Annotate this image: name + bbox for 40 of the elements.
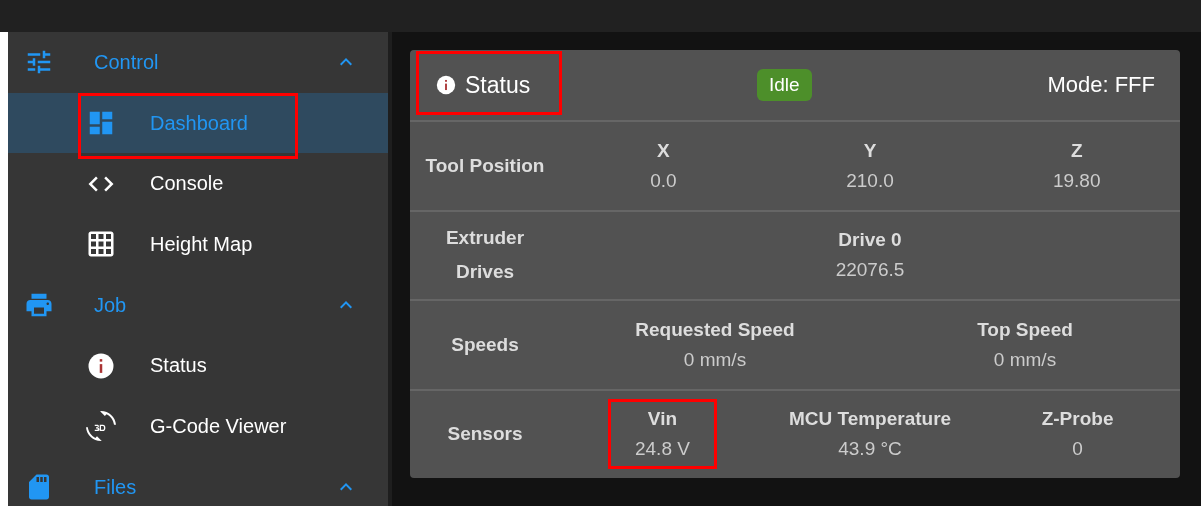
section-label: Tool Position <box>425 153 545 178</box>
nav-group-label[interactable]: Job <box>94 293 127 317</box>
rotate-3d-icon <box>86 411 116 442</box>
field-name: X <box>657 139 670 162</box>
field-name: MCU Temperature <box>788 408 952 431</box>
field-value: 19.80 <box>1052 169 1101 192</box>
status-badge: Idle <box>757 69 812 101</box>
nav-item[interactable]: Status <box>8 335 388 397</box>
nav-group-label[interactable]: Control <box>94 50 159 74</box>
nav-item[interactable]: Console <box>8 153 388 215</box>
field-name: Z <box>1070 139 1083 162</box>
card-title: Status <box>465 71 531 99</box>
field-value: 0 mm/s <box>993 348 1057 371</box>
nav-item-label: Status <box>150 354 207 378</box>
field-name: Y <box>863 139 877 162</box>
field-name: Vin <box>647 408 678 431</box>
nav-item[interactable]: G-Code Viewer <box>8 396 388 457</box>
nav-item-label: Console <box>150 172 224 196</box>
field-value: 24.8 V <box>634 438 690 461</box>
field-name: Drive 0 <box>838 229 902 252</box>
nav-item-label: G-Code Viewer <box>150 414 287 438</box>
nav-item-label: Dashboard <box>150 111 248 135</box>
nav-group-label[interactable]: Files <box>94 475 137 499</box>
field-name: Requested Speed <box>635 318 795 341</box>
field-value: 0 <box>1072 438 1083 461</box>
section-label: Extruder Drives <box>444 226 526 285</box>
field-value: 210.0 <box>846 169 894 192</box>
grid-icon <box>86 229 116 260</box>
section-label: Speeds <box>451 332 519 357</box>
field-value: 0.0 <box>650 169 677 192</box>
field-name: Z-Probe <box>1041 408 1114 431</box>
field-value: 0 mm/s <box>683 348 747 371</box>
field-value: 22076.5 <box>835 259 905 282</box>
field-name: Top Speed <box>977 318 1073 341</box>
field-value: 43.9 °C <box>838 438 902 461</box>
nav-item-label: Height Map <box>150 232 253 256</box>
mode-label: Mode: FFF <box>1047 72 1155 98</box>
nav-item[interactable]: Height Map <box>8 214 388 275</box>
section-label: Sensors <box>447 422 523 447</box>
info-icon <box>435 74 457 96</box>
